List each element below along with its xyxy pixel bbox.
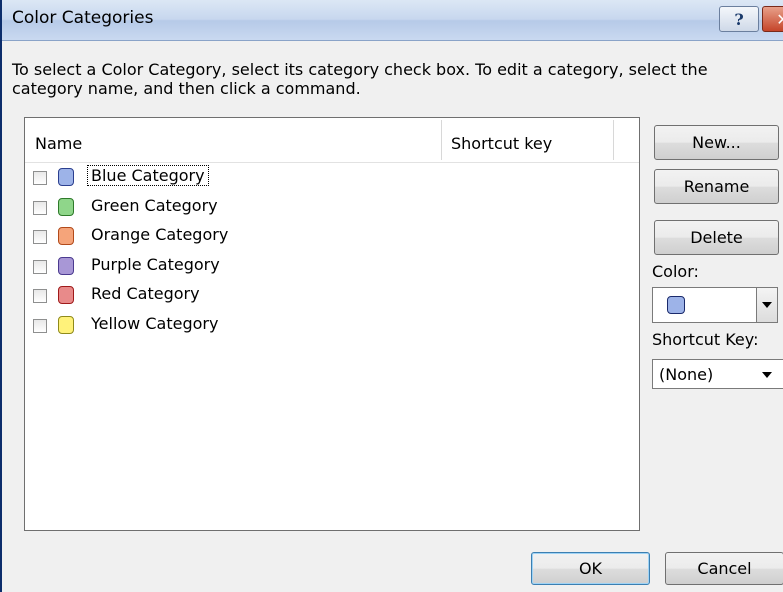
chevron-down-icon [762, 302, 772, 308]
column-header-name[interactable]: Name [35, 134, 82, 153]
shortcut-key-dropdown[interactable]: (None) [652, 359, 783, 389]
list-header: Name Shortcut key [25, 118, 639, 163]
category-color-icon [58, 315, 74, 334]
list-item[interactable]: Orange Category [25, 223, 639, 253]
instructions-text: To select a Color Category, select its c… [12, 60, 708, 98]
close-icon: ✕ [776, 10, 783, 29]
category-color-icon [58, 256, 74, 275]
category-color-icon [58, 168, 74, 186]
list-item[interactable]: Red Category [25, 282, 639, 312]
list-item[interactable]: Blue Category [25, 164, 639, 194]
cancel-button[interactable]: Cancel [665, 552, 783, 585]
title-bar: Color Categories ? ✕ [2, 0, 783, 41]
category-color-icon [58, 197, 74, 216]
close-button[interactable]: ✕ [762, 6, 783, 32]
category-name[interactable]: Blue Category [87, 165, 209, 186]
category-checkbox[interactable] [33, 171, 47, 185]
category-name[interactable]: Orange Category [88, 225, 231, 244]
category-name[interactable]: Purple Category [88, 255, 223, 274]
help-icon: ? [734, 9, 744, 29]
category-name[interactable]: Red Category [88, 284, 203, 303]
chevron-down-icon [762, 372, 772, 378]
category-checkbox[interactable] [33, 230, 47, 244]
column-divider[interactable] [441, 120, 442, 160]
column-divider[interactable] [613, 120, 614, 160]
rename-button[interactable]: Rename [654, 169, 779, 204]
color-swatch-icon [667, 296, 685, 314]
category-list[interactable]: Name Shortcut key Blue Category Green Cat… [24, 117, 640, 531]
shortcut-key-value: (None) [659, 365, 714, 384]
category-checkbox[interactable] [33, 259, 47, 274]
ok-button[interactable]: OK [531, 552, 650, 585]
column-header-shortcut-key[interactable]: Shortcut key [451, 134, 552, 153]
category-checkbox[interactable] [33, 200, 47, 215]
color-label: Color: [652, 262, 699, 281]
category-name[interactable]: Yellow Category [88, 314, 221, 333]
list-item[interactable]: Purple Category [25, 253, 639, 283]
delete-button[interactable]: Delete [654, 220, 779, 255]
category-checkbox[interactable] [33, 318, 47, 333]
category-color-icon [58, 286, 74, 304]
list-item[interactable]: Yellow Category [25, 312, 639, 342]
shortcut-key-label: Shortcut Key: [652, 330, 759, 349]
help-button[interactable]: ? [719, 6, 759, 32]
color-categories-dialog: Color Categories ? ✕ To select a Color C… [0, 0, 783, 592]
new-button[interactable]: New... [654, 125, 779, 160]
window-title: Color Categories [12, 8, 154, 28]
category-checkbox[interactable] [33, 289, 47, 303]
list-item[interactable]: Green Category [25, 194, 639, 224]
color-dropdown-button[interactable] [756, 288, 777, 322]
category-name[interactable]: Green Category [88, 196, 221, 215]
category-color-icon [58, 227, 74, 245]
color-picker-dropdown[interactable] [652, 287, 778, 323]
category-rows: Blue Category Green Category Orange Catego… [25, 164, 639, 341]
